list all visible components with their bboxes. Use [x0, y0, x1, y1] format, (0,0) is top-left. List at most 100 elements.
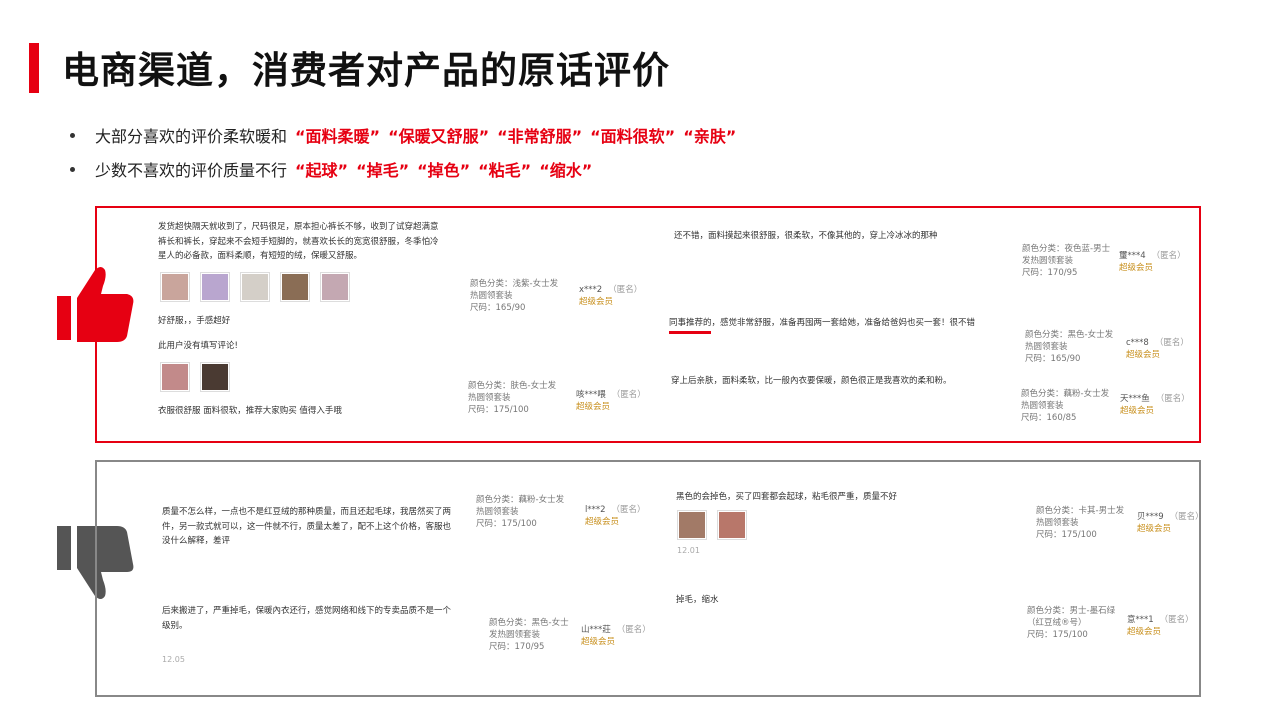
reviewer: 山***莊 （匿名） 超级会员	[581, 624, 651, 648]
sku-color: 颜色分类：黑色-女士发热圆领套装	[489, 618, 569, 640]
sku-info: 颜色分类：藕粉-女士发热圆领套装 尺码：160/85	[1021, 388, 1113, 424]
sku-info: 颜色分类：肤色-女士发热圆领套装 尺码：175/100	[468, 380, 564, 416]
review-photo[interactable]	[717, 510, 747, 540]
vip-badge: 超级会员	[1119, 263, 1154, 273]
review-text: 质量不怎么样，一点也不是红豆绒的那种质量，而且还起毛球，我居然买了两件，另一款式…	[162, 507, 452, 546]
sku-color: 颜色分类：浅紫-女士发热圆领套装	[470, 279, 559, 301]
review-text: 同事推荐的，感觉非常舒服，准备再囤两一套给她，准备给爸妈也买一套！很不错	[669, 318, 976, 328]
vip-badge: 超级会员	[1127, 627, 1162, 637]
review-photos	[160, 272, 350, 302]
sku-size: 尺码：165/90	[470, 303, 526, 313]
sku-color: 颜色分类：黑色-女士发热圆领套装	[1025, 330, 1114, 352]
vip-badge: 超级会员	[579, 297, 614, 307]
page-title: 电商渠道，消费者对产品的原话评价	[62, 49, 670, 92]
sku-size: 尺码：170/95	[489, 642, 545, 652]
review-text: 此用户没有填写评论!	[158, 341, 238, 351]
review-photo[interactable]	[160, 272, 190, 302]
review-photo[interactable]	[200, 272, 230, 302]
negative-reviews-panel	[95, 460, 1201, 697]
sku-size: 尺码：160/85	[1021, 413, 1077, 423]
reviewer-name: 山***莊	[581, 625, 611, 635]
review-text: 掉毛，缩水	[676, 595, 719, 605]
sku-color: 颜色分类：肤色-女士发热圆领套装	[468, 381, 557, 403]
reviewer-name: l***2	[585, 505, 606, 515]
review-text: 黑色的会掉色，买了四套都会起球，粘毛很严重，质量不好	[676, 492, 898, 502]
keyword: “缩水”	[539, 161, 593, 180]
keyword: “面料很软”	[590, 127, 676, 146]
reviewer: 意***1 （匿名） 超级会员	[1127, 614, 1194, 638]
sku-size: 尺码：175/100	[1036, 530, 1097, 540]
sku-color: 颜色分类：夜色蓝-男士发热圆领套装	[1022, 244, 1111, 266]
bullet-dot	[70, 166, 75, 172]
anon-label: （匿名）	[611, 390, 646, 400]
vip-badge: 超级会员	[1120, 406, 1155, 416]
sku-size: 尺码：175/100	[1027, 630, 1088, 640]
sku-color: 颜色分类：藕粉-女士发热圆领套装	[1021, 389, 1110, 411]
sku-size: 尺码：165/90	[1025, 354, 1081, 364]
reviewer-name: x***2	[579, 285, 603, 295]
bullet-text: 大部分喜欢的评价柔软暖和	[95, 127, 288, 146]
bullet-text: 少数不喜欢的评价质量不行	[95, 161, 288, 180]
reviewer-name: 贝***9	[1137, 512, 1164, 522]
sku-info: 颜色分类：男士-墨石绿（红豆绒®号） 尺码：175/100	[1027, 605, 1119, 641]
sku-size: 尺码：170/95	[1022, 268, 1078, 278]
review-photo[interactable]	[160, 362, 190, 392]
review-text: 衣服很舒服 面料很软，推荐大家购买 值得入手哦	[158, 406, 342, 416]
keyword: “粘毛”	[478, 161, 532, 180]
vip-badge: 超级会员	[576, 402, 611, 412]
sku-color: 颜色分类：藕粉-女士发热圆领套装	[476, 495, 565, 517]
review-date: 12.05	[162, 655, 185, 664]
anon-label: （匿名）	[608, 285, 643, 295]
sku-info: 颜色分类：夜色蓝-男士发热圆领套装 尺码：170/95	[1022, 243, 1114, 279]
anon-label: （匿名）	[1154, 338, 1189, 348]
summary-bullets: 大部分喜欢的评价柔软暖和 “面料柔暖” “保暖又舒服” “非常舒服” “面料很软…	[70, 118, 736, 186]
keyword: “亲肤”	[683, 127, 737, 146]
reviewer-name: 璽***4	[1119, 251, 1146, 261]
vip-badge: 超级会员	[581, 637, 616, 647]
keyword: “掉毛”	[356, 161, 410, 180]
bullet-positive: 大部分喜欢的评价柔软暖和 “面料柔暖” “保暖又舒服” “非常舒服” “面料很软…	[70, 118, 736, 152]
review-photo[interactable]	[320, 272, 350, 302]
review-photo[interactable]	[200, 362, 230, 392]
reviewer: l***2 （匿名） 超级会员	[585, 504, 646, 528]
anon-label: （匿名）	[1169, 512, 1204, 522]
review-text: 穿上后亲肤，面料柔软，比一般內衣要保暖，颜色很正是我喜欢的柔和粉。	[671, 376, 952, 386]
vip-badge: 超级会员	[1137, 524, 1172, 534]
sku-size: 尺码：175/100	[476, 519, 537, 529]
title-accent-bar	[29, 43, 39, 93]
reviewer: 贝***9 （匿名） 超级会员	[1137, 511, 1204, 535]
bullet-negative: 少数不喜欢的评价质量不行 “起球” “掉毛” “掉色” “粘毛” “缩水”	[70, 152, 736, 186]
reviewer: 天***鱼 （匿名） 超级会员	[1120, 393, 1190, 417]
bullet-dot	[70, 132, 75, 138]
review-text: 后来搬进了，严重掉毛，保暖內衣还行，感觉网络和线下的专卖品质不是一个级别。	[162, 606, 452, 631]
reviewer: x***2 （匿名） 超级会员	[579, 284, 642, 308]
keyword: “保暖又舒服”	[388, 127, 490, 146]
reviewer: c***8 （匿名） 超级会员	[1126, 337, 1189, 361]
review-text: 发货超快隔天就收到了，尺码很足，原本担心裤长不够，收到了试穿超满意裤长和裤长，穿…	[158, 222, 439, 261]
review-photo[interactable]	[280, 272, 310, 302]
anon-label: （匿名）	[1159, 615, 1194, 625]
review-text: 还不错，面料摸起来很舒服，很柔软，不像其他的，穿上冷冰冰的那种	[674, 231, 938, 241]
review-photo[interactable]	[240, 272, 270, 302]
keyword: “掉色”	[417, 161, 471, 180]
anon-label: （匿名）	[616, 625, 651, 635]
reviewer-name: 天***鱼	[1120, 394, 1150, 404]
anon-label: （匿名）	[1155, 394, 1190, 404]
sku-info: 颜色分类：黑色-女士发热圆领套装 尺码：170/95	[489, 617, 575, 653]
review-photos	[677, 510, 747, 540]
reviewer-name: 咳***喂	[576, 390, 606, 400]
anon-label: （匿名）	[611, 505, 646, 515]
review-photos	[160, 362, 230, 392]
reviewer-name: 意***1	[1127, 615, 1154, 625]
sku-color: 颜色分类：男士-墨石绿（红豆绒®号）	[1027, 606, 1116, 628]
sku-info: 颜色分类：黑色-女士发热圆领套装 尺码：165/90	[1025, 329, 1117, 365]
reviewer-name: c***8	[1126, 338, 1149, 348]
sku-info: 颜色分类：卡其-男士发热圆领套装 尺码：175/100	[1036, 505, 1128, 541]
keyword: “起球”	[295, 161, 349, 180]
review-date: 12.01	[677, 546, 700, 555]
review-text: 好舒服，，手感超好	[158, 316, 231, 326]
review-photo[interactable]	[677, 510, 707, 540]
reviewer: 璽***4 （匿名） 超级会员	[1119, 250, 1186, 274]
sku-color: 颜色分类：卡其-男士发热圆领套装	[1036, 506, 1125, 528]
keyword: “非常舒服”	[497, 127, 583, 146]
